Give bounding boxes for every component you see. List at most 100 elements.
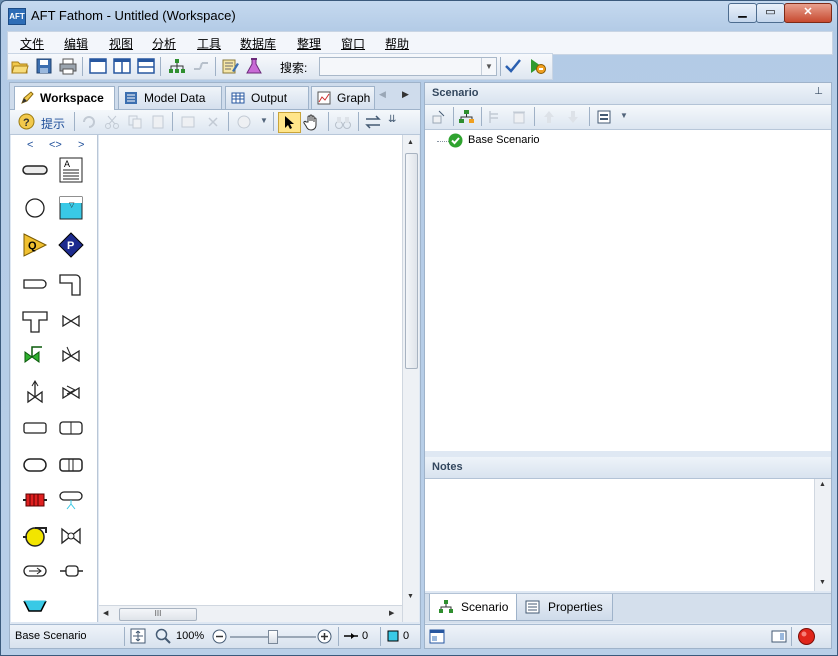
zoom-in-icon[interactable]	[317, 629, 332, 644]
tab-scroll-left-icon[interactable]: ◀	[379, 89, 386, 100]
valve-icon[interactable]	[58, 308, 84, 334]
tab-workspace[interactable]: Workspace	[14, 86, 115, 110]
clone-disabled-icon[interactable]	[487, 109, 503, 125]
control-valve-icon[interactable]	[22, 342, 48, 368]
menu-help[interactable]: 帮助	[385, 35, 409, 52]
tab-graph[interactable]: Graph	[311, 86, 375, 109]
toolbar-overflow-icon[interactable]: ⇊	[388, 114, 396, 125]
tank-valve-icon[interactable]	[58, 523, 84, 549]
search-input[interactable]: ▼	[319, 57, 497, 76]
elbow-icon[interactable]	[58, 271, 84, 297]
menu-view[interactable]: 视图	[109, 35, 133, 52]
scroll-down-icon[interactable]: ▼	[407, 593, 414, 600]
menu-tools[interactable]: 工具	[197, 35, 221, 52]
tab-output[interactable]: Output	[225, 86, 309, 109]
menu-database[interactable]: 数据库	[240, 35, 276, 52]
pump-icon[interactable]	[22, 523, 48, 549]
workspace-canvas[interactable]	[99, 135, 402, 622]
single-pane-icon[interactable]	[89, 57, 107, 75]
reservoir-junction-icon[interactable]	[22, 195, 48, 221]
relief-valve-icon[interactable]	[22, 378, 48, 404]
delete-scenario-disabled-icon[interactable]	[511, 109, 527, 125]
save-icon[interactable]	[35, 57, 53, 75]
open-folder-icon[interactable]	[11, 57, 29, 75]
maximize-button[interactable]: ▭	[756, 3, 785, 23]
orifice-icon[interactable]	[58, 415, 84, 441]
heat-exchanger-icon[interactable]	[22, 487, 48, 513]
new-scenario-icon[interactable]	[431, 109, 447, 125]
area-change-icon[interactable]	[22, 415, 48, 441]
annotation-disabled-icon[interactable]	[236, 114, 252, 130]
split-vertical-icon[interactable]	[113, 57, 131, 75]
notes-scroll-up-icon[interactable]: ▲	[819, 481, 826, 488]
tab-scroll-right-icon[interactable]: ▶	[402, 89, 409, 100]
general-component-icon[interactable]	[22, 452, 48, 478]
swap-arrows-icon[interactable]	[364, 114, 382, 130]
undo-disabled-icon[interactable]	[81, 114, 97, 130]
paste-disabled-icon[interactable]	[150, 114, 166, 130]
select-tool-button[interactable]	[278, 112, 301, 133]
tab-model-data[interactable]: Model Data	[118, 86, 222, 109]
notes-textarea[interactable]: ▲ ▼	[425, 479, 831, 591]
help-hint-icon[interactable]: ?	[18, 113, 35, 130]
branch-junction-icon[interactable]	[22, 271, 48, 297]
zoom-icon[interactable]	[155, 628, 171, 644]
pan-hand-icon[interactable]	[303, 113, 321, 131]
cut-disabled-icon[interactable]	[104, 114, 120, 130]
horizontal-scroll-thumb[interactable]: III	[119, 608, 197, 621]
palette-prev-button[interactable]: <	[27, 139, 33, 151]
tab-scenario[interactable]: Scenario	[429, 594, 517, 621]
pin-icon[interactable]: ⊥	[814, 86, 823, 97]
palette-next-button[interactable]: >	[78, 139, 84, 151]
scenario-properties-icon[interactable]	[596, 109, 612, 125]
menu-window[interactable]: 窗口	[341, 35, 365, 52]
close-button[interactable]: ✕	[784, 3, 832, 23]
notes-edit-icon[interactable]	[221, 57, 239, 75]
menu-arrange[interactable]: 整理	[297, 35, 321, 52]
split-horizontal-icon[interactable]	[137, 57, 155, 75]
link-disabled-icon[interactable]	[192, 57, 210, 75]
tee-junction-icon[interactable]	[22, 308, 48, 334]
select-box-disabled-icon[interactable]	[180, 114, 196, 130]
print-icon[interactable]	[59, 57, 77, 75]
copy-disabled-icon[interactable]	[127, 114, 143, 130]
fit-to-window-icon[interactable]	[130, 628, 146, 644]
spray-discharge-icon[interactable]	[58, 487, 84, 513]
screen-icon[interactable]	[58, 452, 84, 478]
spray-valve-icon[interactable]	[58, 378, 84, 404]
child-scenario-icon[interactable]	[458, 109, 475, 125]
promote-disabled-icon[interactable]	[541, 109, 557, 125]
hint-button[interactable]: 提示	[41, 115, 65, 132]
canvas-horizontal-scrollbar[interactable]: ◀ III ▶	[99, 605, 402, 622]
record-stop-icon[interactable]	[798, 628, 815, 645]
check-valve-icon[interactable]	[58, 342, 84, 368]
network-icon[interactable]	[168, 57, 186, 75]
pipe-icon[interactable]	[22, 157, 48, 183]
annotation-dropdown-icon[interactable]: ▼	[260, 116, 268, 125]
binoculars-disabled-icon[interactable]	[334, 114, 352, 130]
checkmark-icon[interactable]	[504, 57, 522, 75]
flow-source-icon[interactable]: Q	[22, 232, 48, 258]
zoom-slider-thumb[interactable]	[268, 630, 278, 644]
volume-balance-icon[interactable]	[22, 593, 48, 619]
notes-scrollbar[interactable]: ▲ ▼	[814, 479, 831, 591]
menu-edit[interactable]: 编辑	[64, 35, 88, 52]
notes-scroll-down-icon[interactable]: ▼	[819, 579, 826, 586]
annotation-text-icon[interactable]: A	[58, 157, 84, 183]
scroll-left-icon[interactable]: ◀	[103, 609, 108, 617]
demote-disabled-icon[interactable]	[565, 109, 581, 125]
flask-icon[interactable]	[245, 57, 263, 75]
tab-properties[interactable]: Properties	[516, 594, 613, 621]
zoom-out-icon[interactable]	[212, 629, 227, 644]
scroll-up-icon[interactable]: ▲	[407, 139, 414, 146]
delete-disabled-icon[interactable]	[205, 114, 221, 130]
scroll-right-icon[interactable]: ▶	[389, 609, 394, 617]
properties-dropdown-icon[interactable]: ▼	[620, 111, 628, 120]
minimize-button[interactable]: ▁	[728, 3, 757, 23]
reservoir-tank-icon[interactable]: ▽	[58, 195, 84, 221]
assigned-flow-icon[interactable]	[22, 558, 48, 584]
menu-analysis[interactable]: 分析	[152, 35, 176, 52]
dock-panel-icon[interactable]	[771, 629, 787, 644]
canvas-vertical-scrollbar[interactable]: ▲ ▼	[402, 135, 419, 622]
tree-item-base-scenario[interactable]: Base Scenario	[468, 134, 540, 146]
